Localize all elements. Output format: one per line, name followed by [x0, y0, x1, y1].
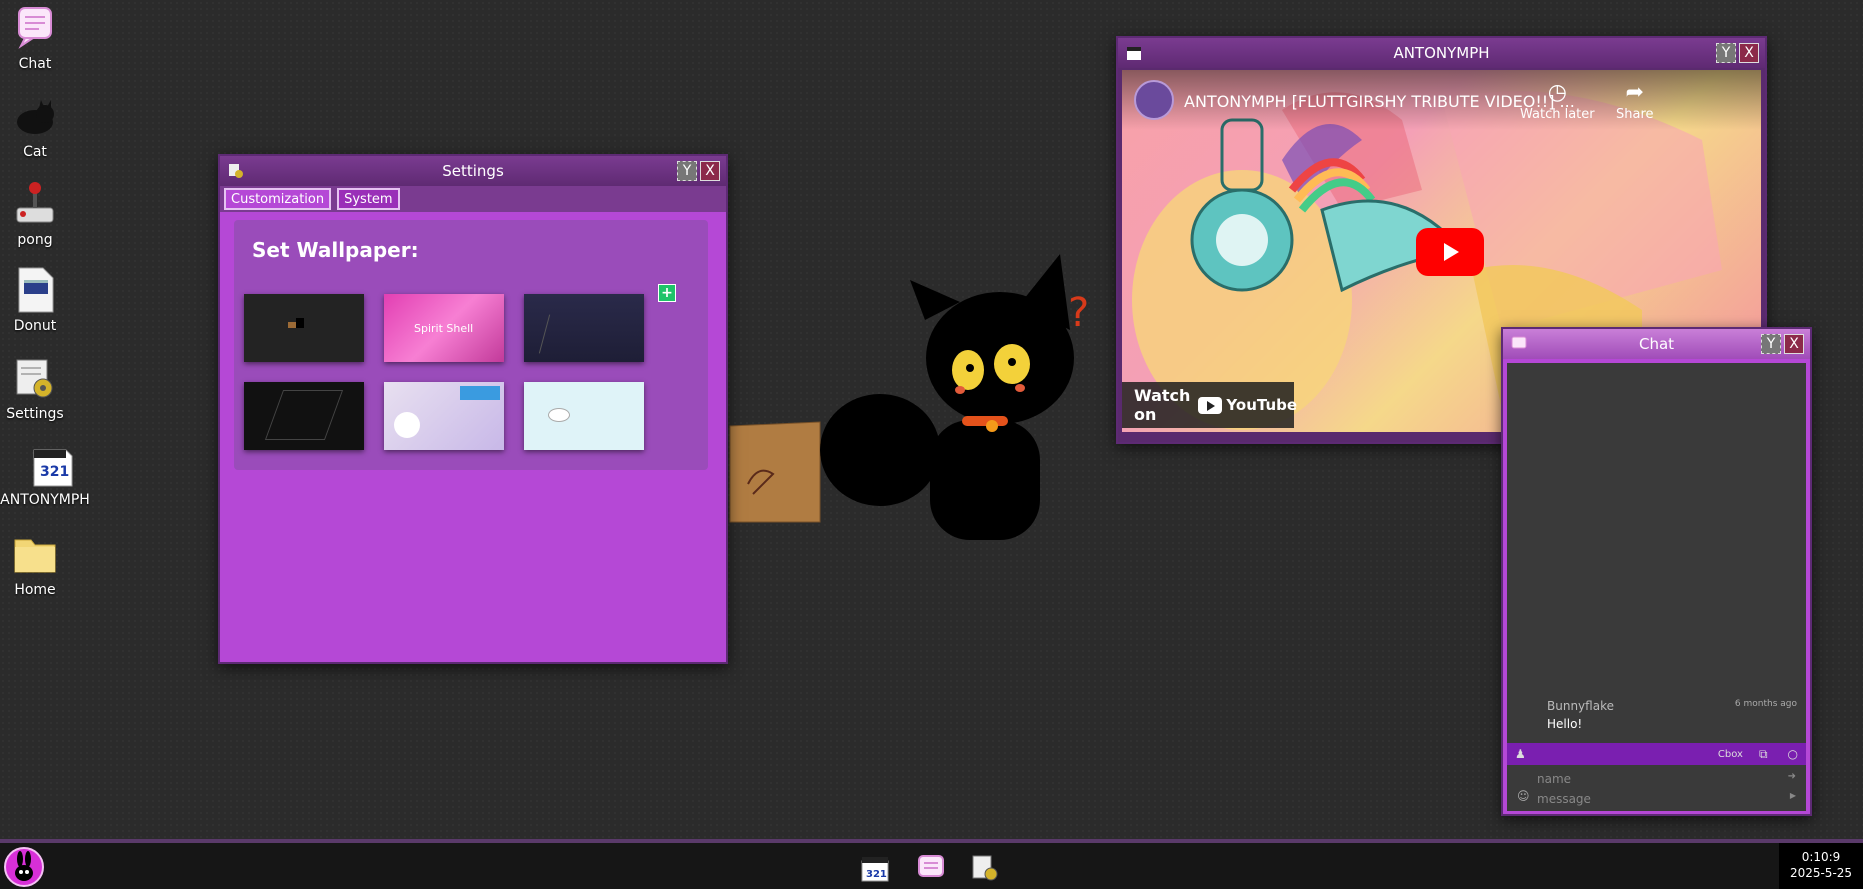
clock-date: 2025-5-25 [1789, 866, 1853, 880]
bunny-icon [15, 851, 33, 881]
start-menu-button[interactable] [4, 847, 44, 887]
minimize-button[interactable]: Y [1716, 43, 1736, 63]
settings-titlebar[interactable]: Settings Y X [220, 156, 726, 186]
add-wallpaper-button[interactable]: + [658, 284, 676, 302]
cat-icon [11, 92, 59, 140]
wallpaper-thumb-4[interactable] [244, 382, 364, 450]
wallpaper-panel: Set Wallpaper: + Spirit Shell [234, 220, 708, 470]
chat-icon [918, 855, 944, 877]
window-title: ANTONYMPH [1393, 44, 1490, 62]
taskbar-antonymph[interactable]: 321 [860, 853, 890, 883]
svg-text:321: 321 [866, 869, 887, 880]
svg-text:321: 321 [40, 464, 69, 480]
watch-on-youtube-button[interactable]: Watch on YouTube [1122, 382, 1297, 428]
chat-window: Chat Y X Bunnyflake 6 months ago Hello! … [1501, 327, 1812, 816]
share-icon: ➦ [1625, 80, 1644, 105]
user-icon[interactable]: ♟ [1515, 747, 1526, 761]
youtube-logo: YouTube [1198, 396, 1297, 414]
youtube-logo-text: YouTube [1226, 396, 1298, 414]
desktop-icon-label: pong [17, 232, 53, 248]
desktop-icon-home[interactable]: Home [0, 530, 70, 598]
wallpaper-heading: Set Wallpaper: [252, 238, 419, 262]
desktop-icon-pong[interactable]: pong [0, 180, 70, 248]
chat-icon [11, 4, 59, 52]
youtube-play-icon [1198, 396, 1223, 414]
desktop-icon-label: Home [14, 582, 56, 598]
desktop-icon-label: Settings [6, 406, 64, 422]
desktop-icon-antonymph[interactable]: 321 ANTONYMPH [0, 440, 90, 508]
watch-later-label: Watch later [1520, 107, 1595, 122]
wallpaper-thumb-3[interactable] [524, 294, 644, 362]
settings-tabs: Customization System [220, 186, 726, 212]
wallpaper-cat-illustration: ? [729, 254, 1089, 540]
clapperboard-icon: 321 [28, 440, 76, 488]
login-icon[interactable]: ➜ [1788, 771, 1796, 782]
close-button[interactable]: X [700, 161, 720, 181]
minimize-button[interactable]: Y [677, 161, 697, 181]
popout-icon[interactable]: ⧉ [1759, 747, 1768, 762]
tab-customization[interactable]: Customization [224, 188, 332, 210]
chat-titlebar[interactable]: Chat Y X [1503, 329, 1810, 359]
watch-on-label: Watch on [1134, 386, 1191, 424]
wallpaper-thumb-text: Spirit Shell [414, 322, 474, 335]
channel-avatar[interactable] [1134, 80, 1174, 120]
joystick-icon [11, 180, 59, 228]
wallpaper-thumb-1[interactable] [244, 294, 364, 362]
taskbar-chat[interactable] [916, 853, 946, 883]
watch-later-button[interactable]: ◷ Watch later [1520, 80, 1595, 122]
clapperboard-icon: 321 [861, 857, 889, 882]
play-button[interactable] [1416, 228, 1484, 276]
chat-messages[interactable]: Bunnyflake 6 months ago Hello! [1507, 363, 1806, 743]
settings-icon [229, 164, 243, 178]
desktop-icon-donut[interactable]: Donut [0, 266, 70, 334]
wallpaper-thumb-2[interactable]: Spirit Shell [384, 294, 504, 362]
share-button[interactable]: ➦ Share [1616, 80, 1654, 122]
settings-icon [972, 855, 998, 881]
clock-icon: ◷ [1547, 80, 1567, 105]
chat-icon [1511, 336, 1527, 349]
chat-input-area: ➜ ☺ ▶ [1507, 765, 1806, 811]
minimize-button[interactable]: Y [1761, 334, 1781, 354]
cbox-label[interactable]: Cbox [1718, 749, 1743, 760]
close-button[interactable]: X [1739, 43, 1759, 63]
send-icon[interactable]: ▶ [1790, 791, 1796, 800]
wallpaper-thumb-5[interactable] [384, 382, 504, 450]
terminal-icon [11, 266, 59, 314]
status-icon[interactable]: ○ [1788, 747, 1798, 761]
folder-icon [11, 530, 59, 578]
chat-message: Bunnyflake 6 months ago Hello! [1547, 699, 1797, 731]
play-icon [1444, 243, 1459, 261]
emoji-icon[interactable]: ☺ [1517, 789, 1530, 803]
taskbar: 321 0:10:9 2025-5-25 [0, 839, 1863, 889]
chat-message-text: Hello! [1547, 717, 1583, 731]
desktop-icon-cat[interactable]: Cat [0, 92, 70, 160]
desktop-icon-label: ANTONYMPH [0, 492, 90, 508]
taskbar-settings[interactable] [970, 853, 1000, 883]
chat-name-input[interactable] [1537, 769, 1787, 789]
settings-icon [11, 354, 59, 402]
video-title[interactable]: ANTONYMPH [FLUTTGIRSHY TRIBUTE VIDEO!!] … [1184, 92, 1575, 111]
wallpaper-thumb-6[interactable] [524, 382, 644, 450]
svg-text:?: ? [1068, 290, 1089, 336]
desktop-icon-label: Donut [13, 318, 57, 334]
share-label: Share [1616, 107, 1654, 122]
window-title: Chat [1638, 335, 1675, 353]
chat-timestamp: 6 months ago [1734, 699, 1797, 709]
desktop-icon-label: Chat [18, 56, 52, 72]
clapperboard-icon [1127, 47, 1141, 60]
antonymph-titlebar[interactable]: ANTONYMPH Y X [1118, 38, 1765, 68]
desktop-icon-settings[interactable]: Settings [0, 354, 70, 422]
close-button[interactable]: X [1784, 334, 1804, 354]
system-clock[interactable]: 0:10:9 2025-5-25 [1779, 843, 1863, 889]
chat-toolbar: ♟ Cbox ⧉ ○ [1507, 743, 1806, 765]
window-title: Settings [442, 162, 504, 180]
desktop-icon-chat[interactable]: Chat [0, 4, 70, 72]
desktop-icon-label: Cat [23, 144, 47, 160]
chat-message-input[interactable] [1537, 789, 1787, 809]
clock-time: 0:10:9 [1801, 850, 1841, 864]
tab-system[interactable]: System [337, 188, 400, 210]
settings-window: Settings Y X Customization System Set Wa… [218, 154, 728, 664]
